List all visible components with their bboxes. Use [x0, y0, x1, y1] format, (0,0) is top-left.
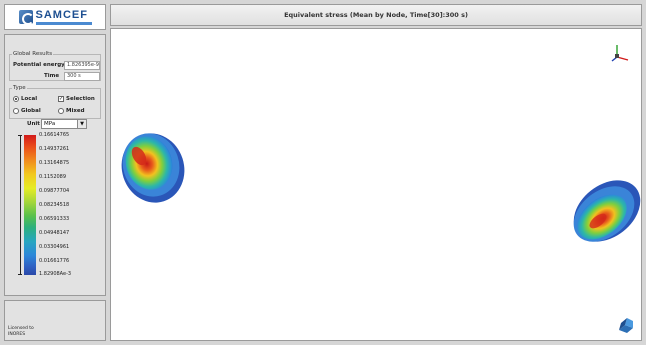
potential-energy-label: Potential energy [13, 62, 65, 68]
mesh-part-right[interactable] [562, 168, 642, 255]
selection-checkbox[interactable]: ✓ Selection [58, 96, 95, 102]
legend-value: 0.14937261 [39, 146, 70, 152]
result-title: Equivalent stress (Mean by Node, Time[30… [284, 11, 468, 19]
local-radio[interactable]: Local [13, 96, 37, 102]
unit-value: MPa [44, 121, 56, 127]
view-orientation-icon[interactable] [617, 316, 635, 334]
legend-value: 0.04948147 [39, 230, 70, 236]
license-holder: INORES [8, 331, 26, 337]
type-group: Type Local ✓ Selection Global Mixed [9, 85, 101, 119]
legend-value: 0.08234518 [39, 202, 70, 208]
legend-value: 0.09877704 [39, 188, 70, 194]
mesh-render[interactable] [111, 29, 642, 341]
chevron-down-icon[interactable]: ▼ [77, 120, 86, 128]
logo-text: SAMCEF [35, 8, 88, 21]
checkmark-icon: ✓ [58, 96, 64, 102]
legend-range-line [20, 135, 21, 275]
axis-triad-icon [611, 45, 629, 62]
legend-value: 0.1152089 [39, 174, 67, 180]
app-window: SAMCEF Global Results Potential energy 1… [0, 0, 646, 345]
result-title-bar: Equivalent stress (Mean by Node, Time[30… [110, 4, 642, 26]
results-panel: Global Results Potential energy 1.826395… [4, 34, 106, 296]
unit-select[interactable]: MPa ▼ [41, 119, 87, 129]
3d-viewport[interactable] [110, 28, 642, 341]
radio-empty-icon [58, 108, 64, 114]
legend-value: 0.16614765 [39, 132, 70, 138]
mesh-part-left[interactable] [113, 125, 194, 211]
color-legend: 0.16614765 0.14937261 0.13164875 0.11520… [18, 132, 99, 277]
license-label: Licensed to [8, 326, 34, 331]
legend-value: 0.03304961 [39, 244, 70, 250]
mixed-radio[interactable]: Mixed [58, 108, 85, 114]
time-label: Time [44, 73, 60, 79]
radio-selected-icon [13, 96, 19, 102]
radio-empty-icon [13, 108, 19, 114]
potential-energy-field[interactable]: 1.826395e-9 J [64, 61, 100, 70]
global-results-legend: Global Results [13, 51, 53, 57]
samcef-logo: SAMCEF [4, 4, 106, 30]
license-panel: Licensed to INORES [4, 300, 106, 341]
unit-label: Unit [27, 121, 40, 127]
global-radio[interactable]: Global [13, 108, 41, 114]
left-panel: SAMCEF Global Results Potential energy 1… [4, 4, 106, 341]
time-field[interactable]: 300 s [64, 72, 100, 81]
samcef-logo-icon [18, 10, 34, 25]
legend-value: 0.06591333 [39, 216, 70, 222]
legend-value: 0.01661776 [39, 258, 70, 264]
type-legend: Type [13, 85, 26, 91]
legend-value: 1.82908Ae-3 [39, 271, 72, 277]
global-results-group: Global Results Potential energy 1.826395… [9, 51, 101, 81]
legend-value: 0.13164875 [39, 160, 70, 166]
color-scale-bar [24, 135, 36, 275]
